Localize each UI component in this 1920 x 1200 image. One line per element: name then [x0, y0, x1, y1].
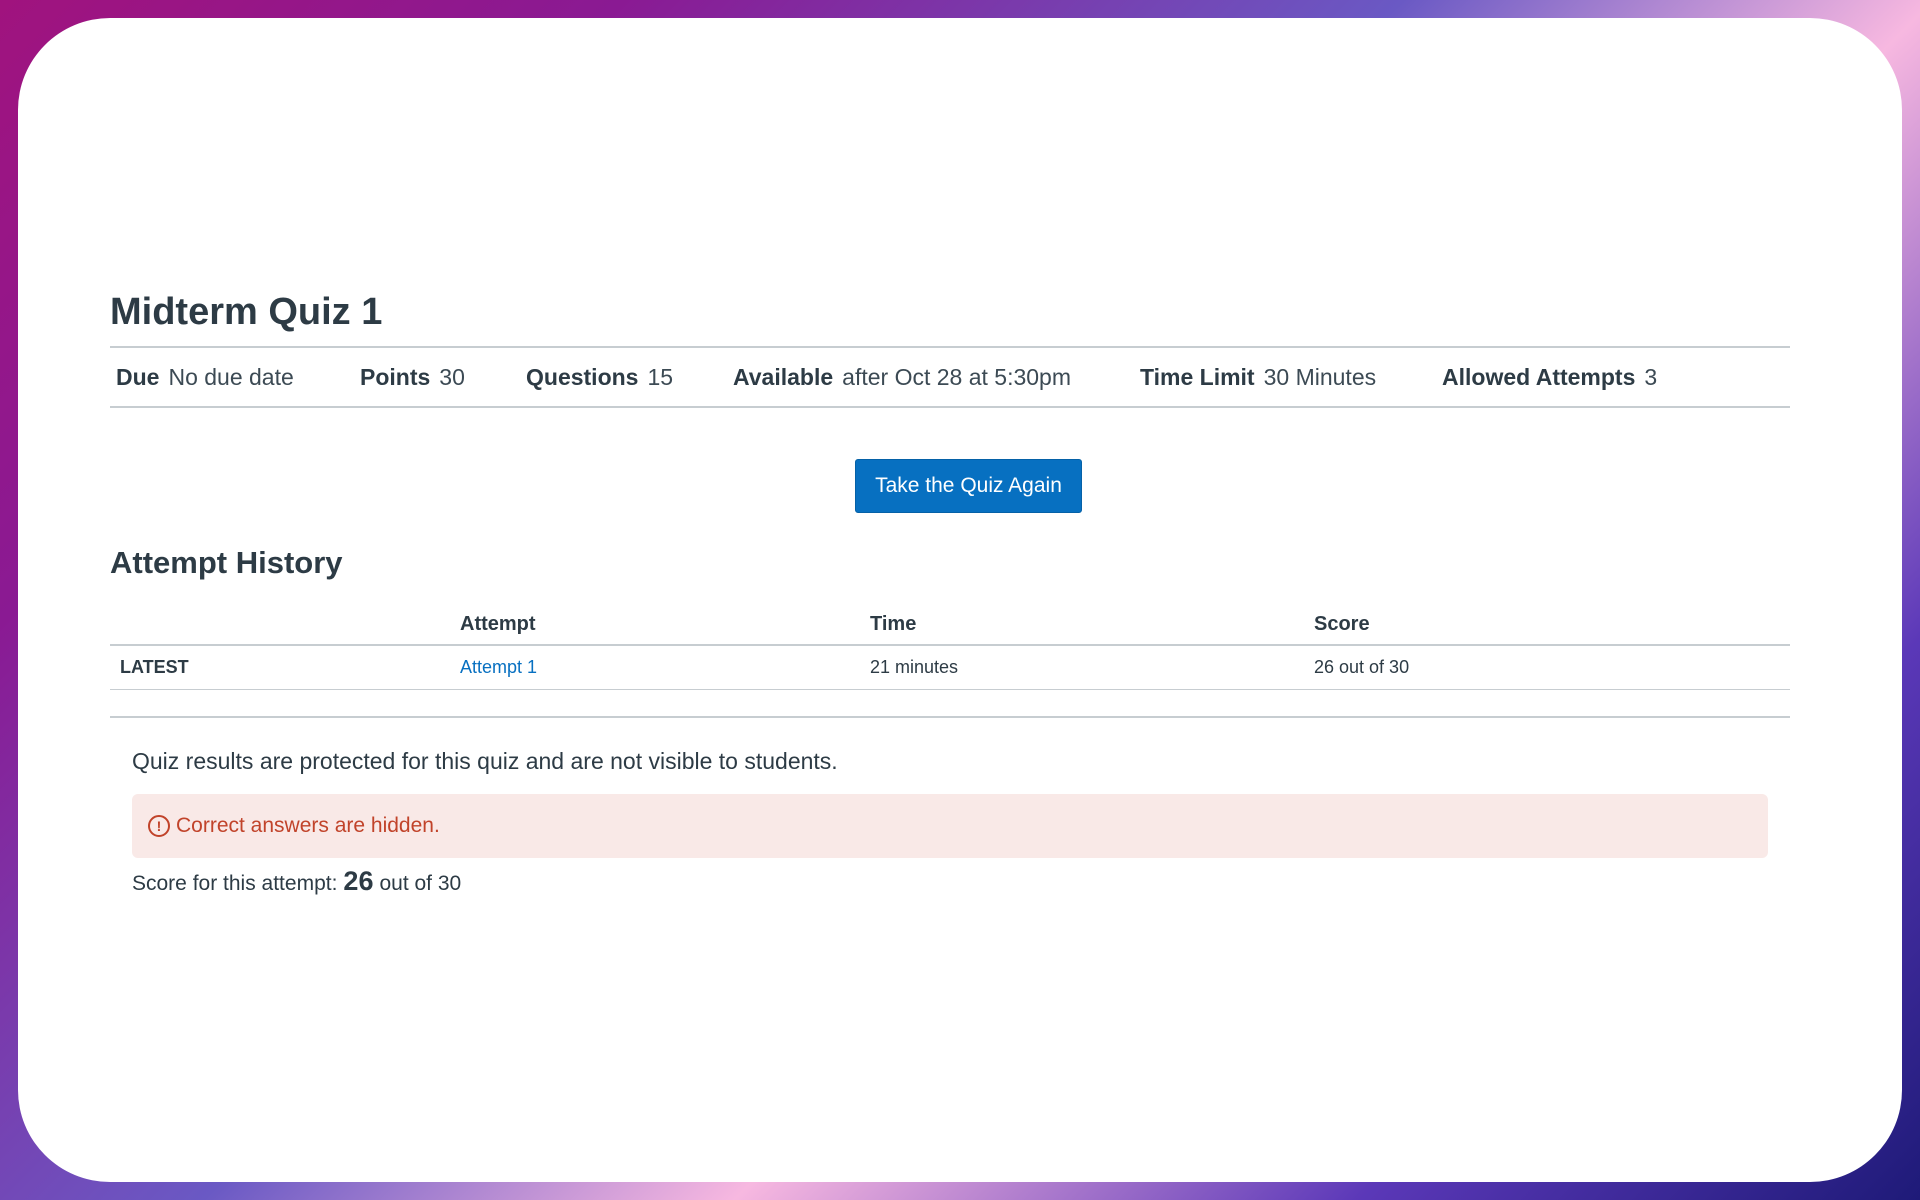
detail-questions: Questions 15	[526, 364, 733, 391]
detail-available: Available after Oct 28 at 5:30pm	[733, 364, 1140, 391]
detail-label: Allowed Attempts	[1442, 363, 1636, 390]
detail-label: Time Limit	[1140, 363, 1255, 390]
alert-text: Correct answers are hidden.	[176, 813, 440, 837]
results-protected-text: Quiz results are protected for this quiz…	[132, 747, 838, 774]
page-title: Midterm Quiz 1	[110, 291, 383, 333]
detail-label: Questions	[526, 363, 639, 390]
take-quiz-again-button[interactable]: Take the Quiz Again	[855, 459, 1082, 513]
attempt-link[interactable]: Attempt 1	[460, 657, 537, 677]
detail-label: Available	[733, 363, 834, 390]
column-header-score: Score	[1314, 613, 1790, 646]
detail-label: Points	[360, 363, 431, 390]
quiz-details-bar: Due No due date Points 30 Questions 15 A…	[110, 346, 1790, 408]
action-row: Take the Quiz Again	[110, 408, 1790, 543]
score-suffix: out of 30	[379, 871, 462, 895]
attempt-score: Score for this attempt: 26 out of 30	[132, 866, 1790, 897]
score-value: 26	[343, 865, 374, 896]
attempt-history-heading: Attempt History	[110, 545, 343, 580]
column-header-attempt: Attempt	[460, 613, 870, 646]
latest-tag: LATEST	[110, 645, 460, 690]
score-prefix: Score for this attempt:	[132, 871, 338, 895]
score-cell: 26 out of 30	[1314, 645, 1790, 690]
detail-value: 15	[647, 363, 674, 390]
detail-value: 30	[439, 363, 465, 390]
detail-value: after Oct 28 at 5:30pm	[842, 363, 1071, 390]
detail-value: 30 Minutes	[1263, 363, 1377, 390]
detail-allowed-attempts: Allowed Attempts 3	[1442, 364, 1657, 391]
time-cell: 21 minutes	[870, 645, 1314, 690]
app-window: Midterm Quiz 1 Due No due date Points 30…	[18, 18, 1902, 1182]
attempt-cell: Attempt 1	[460, 645, 870, 690]
table-row: LATEST Attempt 1 21 minutes 26 out of 30	[110, 645, 1790, 690]
detail-label: Due	[116, 363, 160, 390]
detail-points: Points 30	[360, 364, 526, 391]
column-header-time: Time	[870, 613, 1314, 646]
quiz-page: Midterm Quiz 1 Due No due date Points 30…	[110, 284, 1790, 897]
detail-time-limit: Time Limit 30 Minutes	[1140, 364, 1442, 391]
detail-value: 3	[1644, 363, 1658, 390]
attempt-history-table: Attempt Time Score LATEST Attempt 1 21 m…	[110, 613, 1790, 690]
column-header	[110, 613, 460, 646]
divider	[110, 715, 1790, 718]
detail-due: Due No due date	[116, 364, 360, 391]
correct-answers-hidden-alert: ! Correct answers are hidden.	[132, 793, 1768, 858]
detail-value: No due date	[168, 363, 294, 390]
exclamation-circle-icon: !	[148, 814, 170, 837]
table-header-row: Attempt Time Score	[110, 613, 1790, 646]
